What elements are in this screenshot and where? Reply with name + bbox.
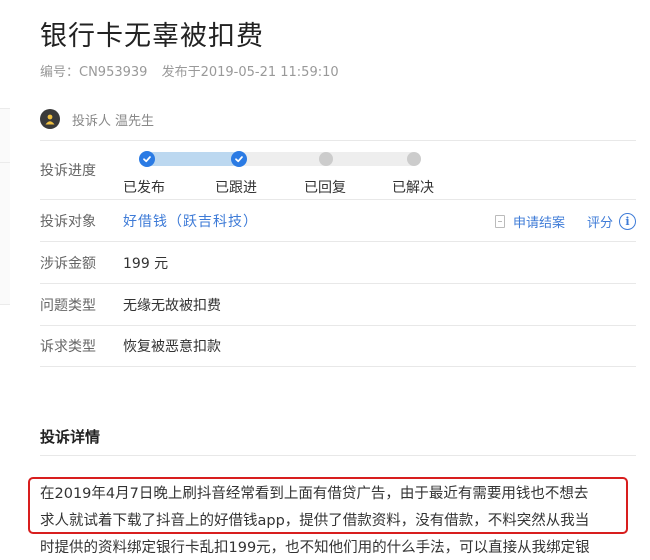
user-avatar-icon (40, 109, 60, 129)
publish-time: 发布于2019-05-21 11:59:10 (161, 65, 339, 80)
complaint-title: 银行卡无辜被扣费 (40, 21, 264, 52)
progress-row: 投诉进度 已发布 已跟进 已回复 已解决 (40, 140, 636, 199)
progress-track-done (147, 152, 239, 166)
document-icon (494, 214, 505, 228)
info-circle-icon[interactable]: i (619, 212, 636, 230)
step-label-followed: 已跟进 (215, 180, 257, 196)
demand-type-row: 诉求类型 恢复被恶意扣款 (40, 325, 636, 367)
demand-type-label: 诉求类型 (40, 339, 96, 355)
step-label-resolved: 已解决 (392, 180, 434, 196)
apply-close-button[interactable]: 申请结案 (513, 212, 565, 231)
detail-line: 时提供的资料绑定银行卡乱扣199元，也不知他们用的什么手法，可以直接从我绑定银 (40, 540, 590, 556)
complainant-label: 投诉人 (72, 113, 112, 129)
amount-row: 涉诉金额 199 元 (40, 241, 636, 283)
step-replied-dot (319, 152, 333, 166)
step-label-published: 已发布 (123, 180, 165, 196)
issue-type-label: 问题类型 (40, 297, 96, 314)
row-actions: 申请结案 评分 i (494, 200, 636, 242)
highlight-annotation-box (28, 477, 628, 534)
demand-type-value: 恢复被恶意扣款 (123, 339, 221, 355)
amount-value: 199 元 (123, 255, 169, 272)
complainant-row: 投诉人 温先生 (40, 108, 154, 130)
left-panel-edge (0, 108, 10, 304)
details-divider (40, 455, 636, 456)
step-resolved-dot (407, 152, 421, 166)
complaint-info-table: 投诉进度 已发布 已跟进 已回复 已解决 投诉对象 好借钱（跃吉科技） 申请结案… (40, 140, 636, 367)
left-panel-divider (0, 304, 10, 305)
complaint-meta: 编号：CN953939 发布于2019-05-21 11:59:10 (40, 61, 349, 80)
left-panel-divider (0, 108, 10, 109)
progress-tracker: 已发布 已跟进 已回复 已解决 (123, 141, 483, 200)
progress-label: 投诉进度 (40, 163, 96, 179)
amount-label: 涉诉金额 (40, 255, 96, 272)
complaint-id: 编号：CN953939 (40, 65, 148, 80)
left-panel-divider (0, 162, 10, 163)
target-row: 投诉对象 好借钱（跃吉科技） 申请结案 评分 i (40, 199, 636, 241)
step-followed-checkmark-icon (231, 151, 247, 167)
rate-button[interactable]: 评分 (587, 212, 613, 231)
complainant-name: 温先生 (115, 113, 155, 129)
target-label: 投诉对象 (40, 213, 96, 230)
details-section-title: 投诉详情 (40, 428, 101, 446)
step-published-checkmark-icon (139, 151, 155, 167)
issue-type-value: 无缘无故被扣费 (123, 297, 221, 314)
target-company-link[interactable]: 好借钱（跃吉科技） (123, 211, 258, 231)
step-label-replied: 已回复 (304, 180, 346, 196)
issue-type-row: 问题类型 无缘无故被扣费 (40, 283, 636, 325)
